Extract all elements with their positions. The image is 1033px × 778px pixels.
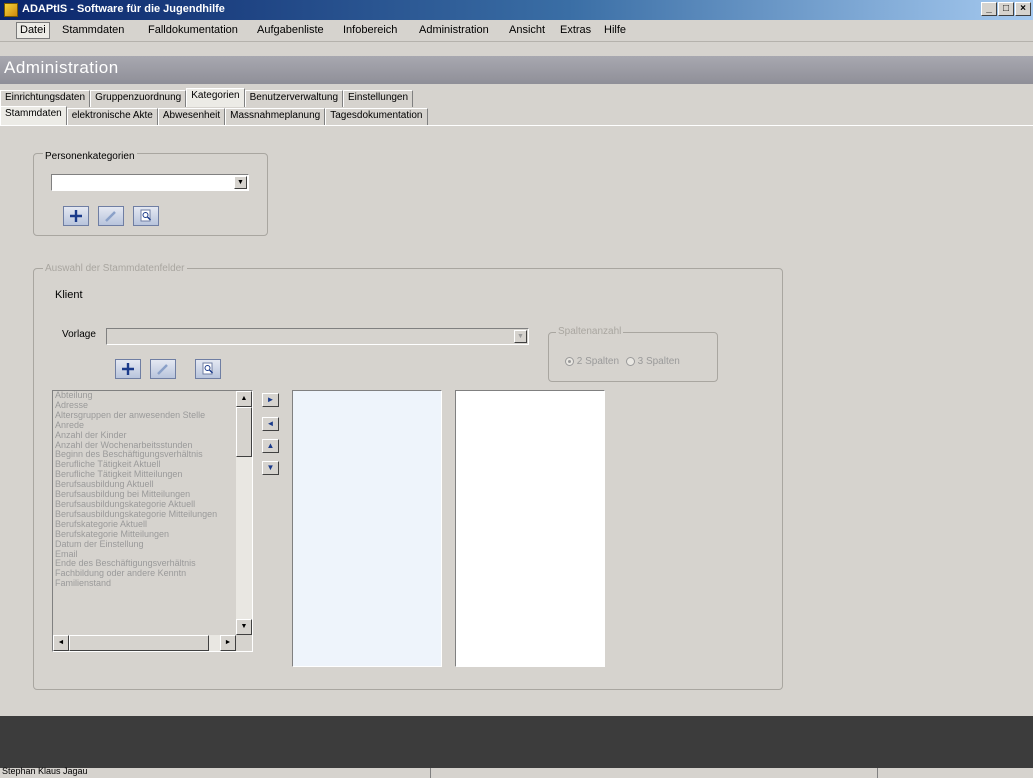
tab-einrichtungsdaten[interactable]: Einrichtungsdaten [0,90,91,107]
radio-2-columns-label: 2 Spalten [576,356,620,367]
list-item[interactable]: Datum der Einstellung [53,539,252,550]
tab-benutzerverwaltung[interactable]: Benutzerverwaltung [244,90,344,107]
sub-tabs: Stammdaten elektronische Akte Abwesenhei… [0,106,428,125]
edit-category-button[interactable] [98,206,124,226]
radio-2-columns[interactable] [565,356,574,366]
add-category-button[interactable] [63,206,89,226]
menu-aufgabenliste[interactable]: Aufgabenliste [257,24,324,36]
tab-stammdaten[interactable]: Stammdaten [0,106,67,125]
chevron-down-icon[interactable]: ▼ [514,330,527,343]
chevron-down-icon[interactable]: ▼ [234,176,247,189]
search-template-button[interactable] [195,359,221,379]
move-right-button[interactable]: ► [262,393,279,407]
magnifier-icon [202,362,213,375]
edit-template-button[interactable] [150,359,176,379]
tab-tagesdokumentation[interactable]: Tagesdokumentation [325,108,428,125]
plus-icon [122,363,134,375]
list-item[interactable]: Familienstand [53,578,252,589]
app-icon [4,3,18,17]
section-header: Administration [0,56,1033,84]
scroll-up-icon[interactable]: ▲ [236,391,252,407]
tab-einstellungen[interactable]: Einstellungen [343,90,414,107]
pencil-icon [105,211,116,222]
menu-infobereich[interactable]: Infobereich [343,24,397,36]
magnifier-icon [140,209,151,222]
person-type-label: Klient [55,289,83,301]
tab-gruppenzuordnung[interactable]: Gruppenzuordnung [90,90,187,107]
columns-options: 2 Spalten 3 Spalten [565,356,680,367]
available-fields-list[interactable]: Abteilung Adresse Altersgruppen der anwese… [52,390,253,652]
template-label: Vorlage [62,329,96,340]
horizontal-scrollbar[interactable]: ◄ ► [53,635,236,651]
top-tabs: Einrichtungsdaten Gruppenzuordnung Kateg… [0,88,414,107]
menu-ansicht[interactable]: Ansicht [509,24,545,36]
scroll-left-icon[interactable]: ◄ [53,635,69,651]
menu-extras[interactable]: Extras [560,24,591,36]
menu-administration[interactable]: Administration [419,24,489,36]
search-category-button[interactable] [133,206,159,226]
radio-3-columns-label: 3 Spalten [637,356,680,367]
hscroll-thumb[interactable] [69,635,209,651]
menu-stammdaten[interactable]: Stammdaten [62,24,124,36]
attribute-items: Abteilung Adresse Altersgruppen der anwese… [53,391,252,589]
status-bar: Stephan Klaus Jagau [0,766,1033,778]
vertical-scrollbar[interactable]: ▲ ▼ [236,391,252,635]
plus-icon [70,210,82,222]
close-button[interactable]: × [1015,2,1031,16]
tab-massnahmeplanung[interactable]: Massnahmeplanung [225,108,326,125]
menu-hilfe[interactable]: Hilfe [604,24,626,36]
scroll-right-icon[interactable]: ► [220,635,236,651]
add-template-button[interactable] [115,359,141,379]
maximize-button[interactable]: □ [998,2,1014,16]
menu-datei[interactable]: Datei [16,22,50,39]
column-1-list[interactable] [292,390,442,667]
minimize-button[interactable]: _ [981,2,997,16]
tab-abwesenheit[interactable]: Abwesenheit [157,108,226,125]
pencil-icon [157,364,168,375]
tab-kategorien[interactable]: Kategorien [186,88,245,107]
menu-bar: Datei Stammdaten Falldokumentation Aufga… [0,20,1033,42]
scroll-down-icon[interactable]: ▼ [236,619,252,635]
bottom-toolbar-area [0,716,1033,768]
menu-falldokumentation[interactable]: Falldokumentation [148,24,238,36]
page-title: Administration [4,58,119,77]
field-selection-label: Auswahl der Stammdatenfelder [43,263,187,274]
radio-3-columns[interactable] [625,356,635,366]
move-up-button[interactable]: ▲ [262,439,279,453]
person-categories-label: Personenkategorien [43,151,137,162]
move-left-button[interactable]: ◄ [262,417,279,431]
columns-label: Spaltenanzahl [556,326,624,337]
title-bar: ADAPtIS - Software für die Jugendhilfe _… [0,0,1033,20]
status-user: Stephan Klaus Jagau [2,766,88,776]
stammdaten-panel: Personenkategorien ▼ Auswahl der Stammda… [0,125,1033,715]
person-category-select[interactable]: ▼ [51,174,249,191]
template-select[interactable]: ▼ [106,328,529,345]
column-2-list[interactable] [455,390,605,667]
status-segment [430,768,431,778]
tab-elektronische-akte[interactable]: elektronische Akte [66,108,158,125]
scroll-thumb[interactable] [236,407,252,457]
window-title: ADAPtIS - Software für die Jugendhilfe [22,3,225,15]
status-segment [877,768,878,778]
move-down-button[interactable]: ▼ [262,461,279,475]
